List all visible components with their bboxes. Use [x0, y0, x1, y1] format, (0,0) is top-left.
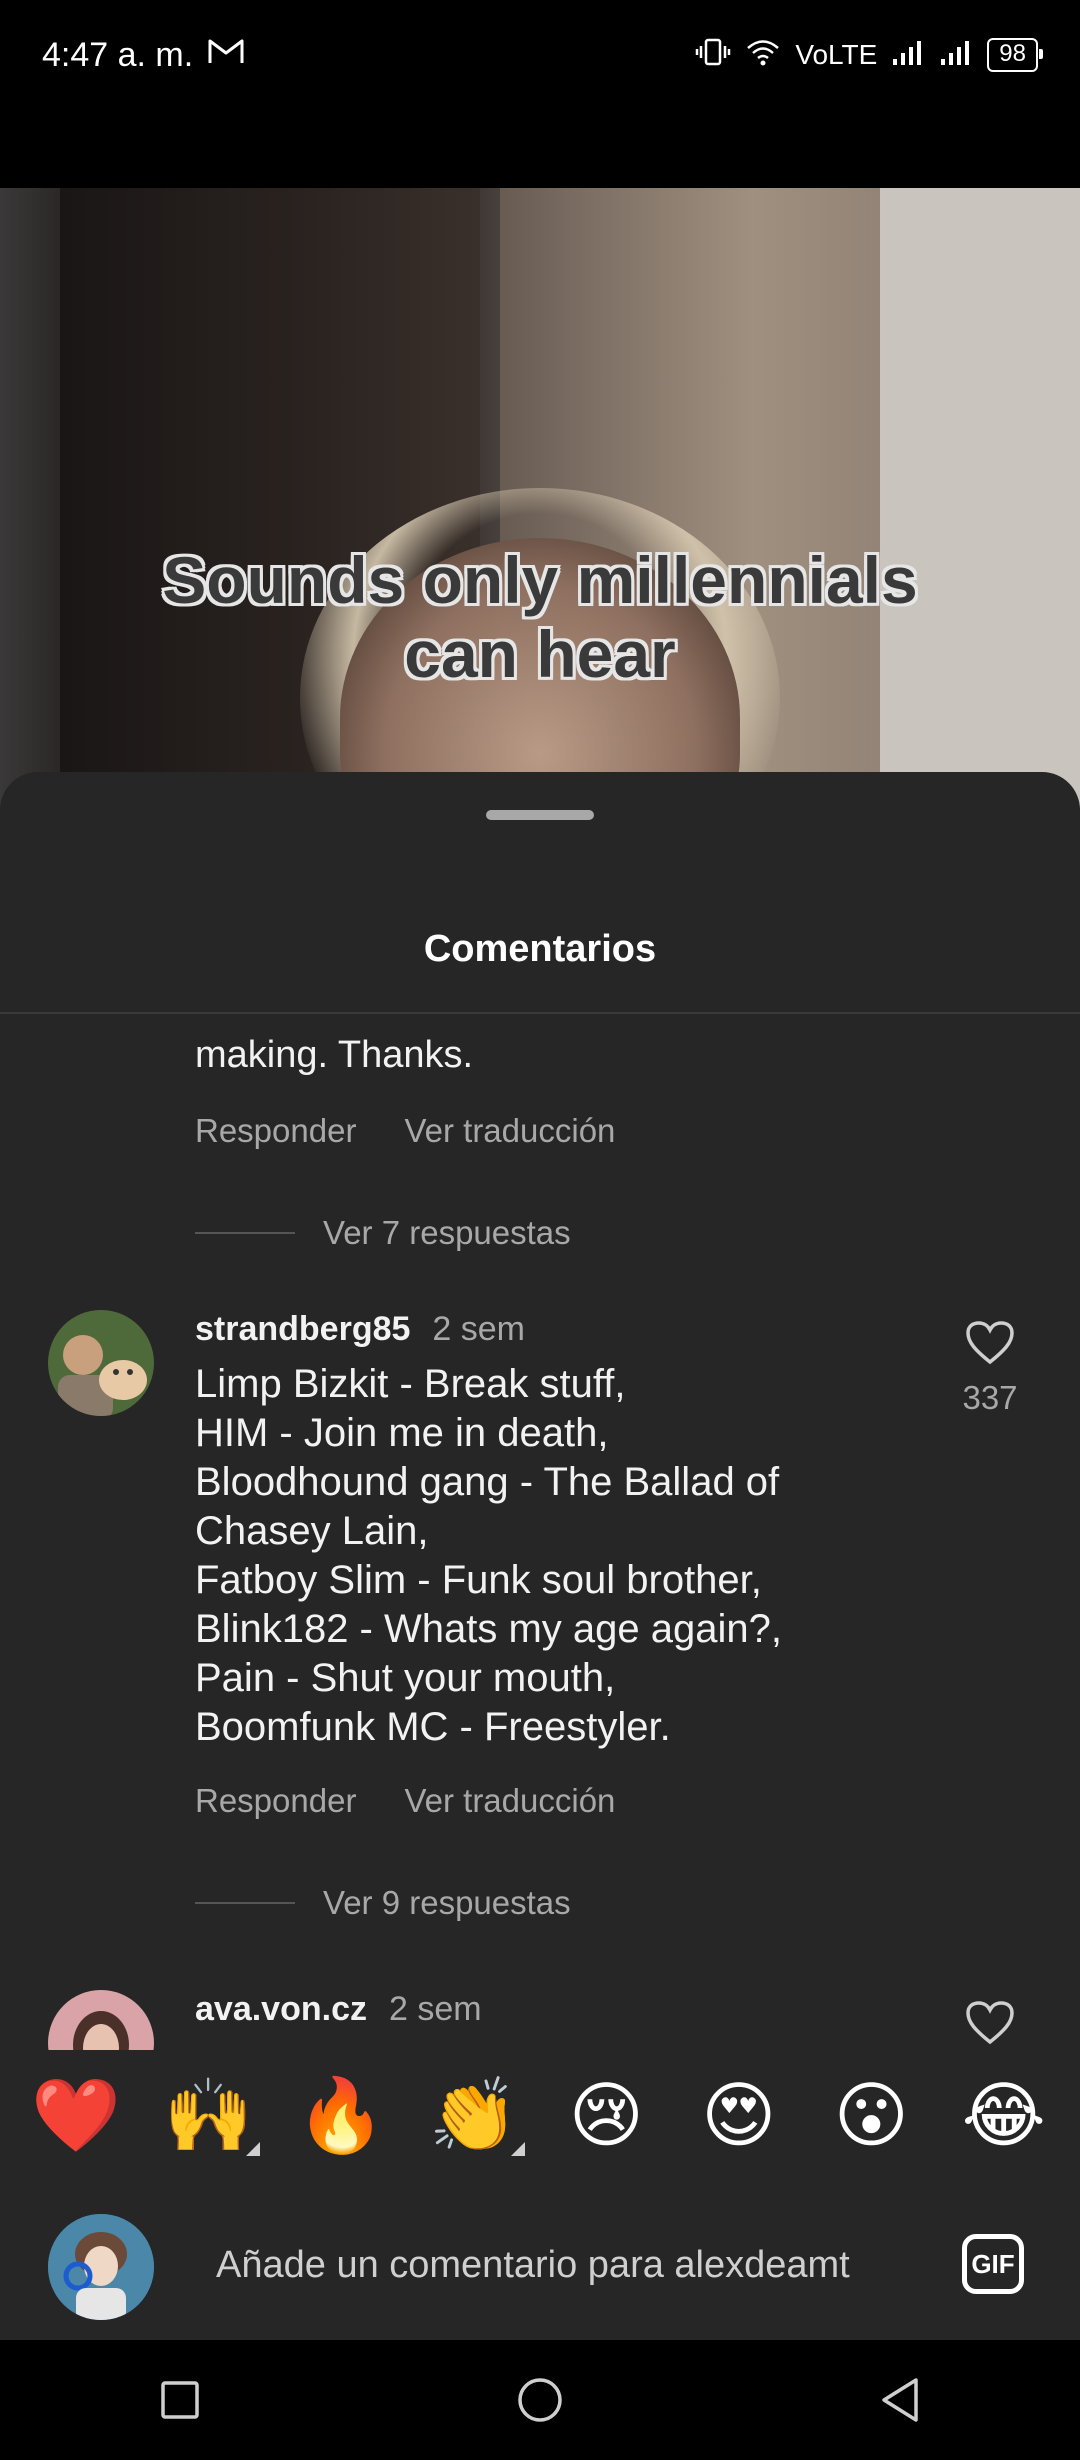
comment-actions: Responder Ver traducción: [195, 1112, 615, 1150]
signal-icon: [891, 37, 925, 74]
comments-list[interactable]: making. Thanks. Responder Ver traducción…: [0, 1014, 1080, 2094]
status-right: VoLTE 98: [695, 37, 1043, 74]
avatar[interactable]: [48, 1310, 154, 1416]
comment-header: strandberg85 2 sem: [195, 1310, 525, 1349]
comment-username[interactable]: ava.von.cz: [195, 1990, 367, 2029]
video-caption: Sounds only millennials can hear: [0, 543, 1080, 691]
circle-icon: [518, 2378, 562, 2422]
skin-tone-indicator: [245, 2141, 260, 2156]
heart-icon: [966, 2001, 1014, 2045]
comment-input[interactable]: Añade un comentario para alexdeamt: [216, 2244, 850, 2287]
comment-time: 2 sem: [432, 1310, 525, 1348]
emoji-clap-button[interactable]: 👏: [419, 2073, 529, 2158]
network-label: VoLTE: [795, 39, 878, 70]
skin-tone-indicator: [510, 2141, 525, 2156]
status-time: 4:47 a. m.: [42, 35, 194, 74]
like-button[interactable]: [955, 2000, 1025, 2051]
battery-icon: 98: [987, 38, 1043, 72]
current-user-avatar: [48, 2214, 154, 2320]
view-replies-button[interactable]: Ver 9 respuestas: [195, 1884, 571, 1922]
sheet-drag-handle[interactable]: [486, 810, 594, 820]
system-nav-bar: [0, 2340, 1080, 2460]
reply-button[interactable]: Responder: [195, 1112, 356, 1150]
comment-actions: Responder Ver traducción: [195, 1782, 615, 1820]
square-icon: [161, 2381, 199, 2419]
gif-button[interactable]: GIF: [962, 2234, 1024, 2294]
emoji-surprised-button[interactable]: 😮: [816, 2073, 926, 2157]
emoji-quick-bar: ❤️ 🙌 🔥 👏 😢 😍 😮 😂: [0, 2050, 1080, 2180]
recents-button[interactable]: [120, 2340, 240, 2460]
sheet-title: Comentarios: [423, 928, 657, 970]
comment-input-bar: Añade un comentario para alexdeamt GIF: [0, 2190, 1080, 2340]
home-button[interactable]: [480, 2340, 600, 2460]
emoji-cry-button[interactable]: 😢: [551, 2073, 661, 2157]
translate-button[interactable]: Ver traducción: [404, 1782, 615, 1820]
wifi-icon: [745, 37, 781, 74]
like-count: 337: [962, 1379, 1018, 1416]
back-button[interactable]: [840, 2340, 960, 2460]
comment-username[interactable]: strandberg85: [195, 1310, 410, 1349]
video-caption-line1: Sounds only millennials: [162, 543, 918, 617]
signal-icon-2: [939, 37, 973, 74]
triangle-back-icon: [882, 2378, 918, 2422]
emoji-heart-eyes-button[interactable]: 😍: [684, 2073, 794, 2157]
replies-line: [195, 1232, 295, 1234]
video-background-wall: [880, 188, 1080, 808]
comment-header: ava.von.cz 2 sem: [195, 1990, 482, 2029]
video-caption-line2: can hear: [404, 617, 676, 691]
view-replies-label: Ver 9 respuestas: [323, 1884, 571, 1921]
view-replies-label: Ver 7 respuestas: [323, 1214, 571, 1251]
reply-button[interactable]: Responder: [195, 1782, 356, 1820]
status-left: 4:47 a. m.: [42, 36, 245, 75]
emoji-fire-button[interactable]: 🔥: [286, 2073, 396, 2158]
comment-text-partial: making. Thanks.: [195, 1034, 474, 1076]
comment-text: Limp Bizkit - Break stuff, HIM - Join me…: [195, 1362, 782, 1749]
vibrate-icon: [695, 37, 731, 74]
replies-line: [195, 1902, 295, 1904]
like-button[interactable]: 337: [955, 1320, 1025, 1417]
gmail-icon: [207, 36, 245, 75]
view-replies-button[interactable]: Ver 7 respuestas: [195, 1214, 571, 1252]
translate-button[interactable]: Ver traducción: [404, 1112, 615, 1150]
emoji-clap: 👏: [428, 2072, 519, 2157]
comment-time: 2 sem: [388, 1990, 482, 2028]
emoji-heart-button[interactable]: ❤️: [21, 2073, 131, 2158]
emoji-laughing-button[interactable]: 😂: [949, 2073, 1059, 2157]
status-bar: 4:47 a. m. VoLTE 98: [0, 0, 1080, 110]
heart-icon: [966, 1321, 1014, 1365]
emoji-raised-hands: 🙌: [163, 2072, 254, 2157]
video-player[interactable]: Sounds only millennials can hear: [0, 188, 1080, 808]
emoji-raised-hands-button[interactable]: 🙌: [154, 2073, 264, 2158]
